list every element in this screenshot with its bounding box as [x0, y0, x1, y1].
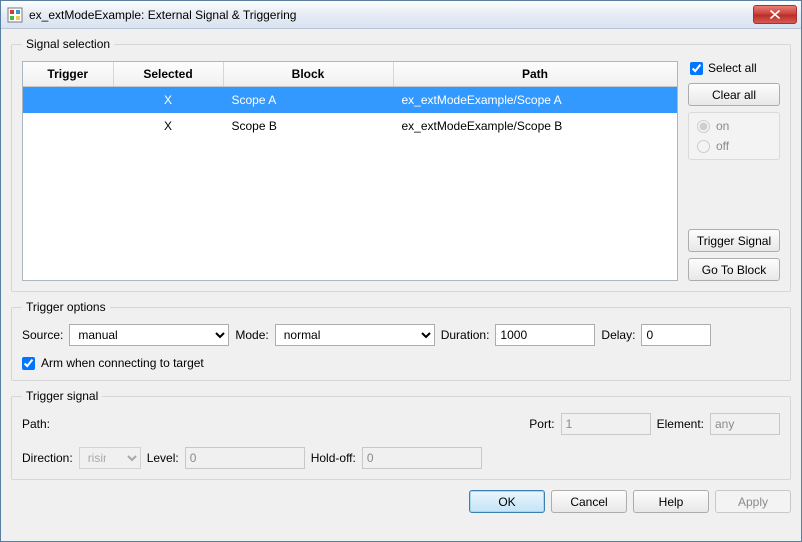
clear-all-button[interactable]: Clear all [688, 83, 780, 106]
dialog-window: ex_extModeExample: External Signal & Tri… [0, 0, 802, 542]
direction-select: rising [79, 447, 141, 469]
cell-path: ex_extModeExample/Scope B [393, 113, 677, 139]
window-title: ex_extModeExample: External Signal & Tri… [29, 8, 753, 22]
col-header-path[interactable]: Path [393, 62, 677, 87]
signal-selection-group: Signal selection Trigger Selected Block … [11, 37, 791, 292]
source-select[interactable]: manual [69, 324, 229, 346]
on-radio [697, 120, 710, 133]
apply-button[interactable]: Apply [715, 490, 791, 513]
trigger-signal-legend: Trigger signal [22, 389, 102, 403]
signals-table[interactable]: Trigger Selected Block Path X Scope A [23, 62, 677, 139]
titlebar: ex_extModeExample: External Signal & Tri… [1, 1, 801, 29]
go-to-block-button[interactable]: Go To Block [688, 258, 780, 281]
col-header-selected[interactable]: Selected [113, 62, 223, 87]
port-input [561, 413, 651, 435]
direction-label: Direction: [22, 451, 73, 465]
table-row[interactable]: X Scope B ex_extModeExample/Scope B [23, 113, 677, 139]
help-button[interactable]: Help [633, 490, 709, 513]
element-input [710, 413, 780, 435]
select-all-label[interactable]: Select all [708, 61, 757, 75]
cell-trigger [23, 113, 113, 139]
on-off-group: on off [688, 112, 780, 160]
on-label: on [716, 119, 729, 133]
mode-label: Mode: [235, 328, 268, 342]
cell-block: Scope A [223, 87, 393, 114]
delay-input[interactable] [641, 324, 711, 346]
arm-checkbox[interactable] [22, 357, 35, 370]
duration-label: Duration: [441, 328, 490, 342]
cell-trigger [23, 87, 113, 114]
source-label: Source: [22, 328, 63, 342]
port-label: Port: [529, 417, 554, 431]
cell-selected: X [113, 113, 223, 139]
off-radio [697, 140, 710, 153]
app-icon [7, 7, 23, 23]
col-header-block[interactable]: Block [223, 62, 393, 87]
holdoff-input [362, 447, 482, 469]
holdoff-label: Hold-off: [311, 451, 356, 465]
close-button[interactable] [753, 5, 797, 24]
cell-path: ex_extModeExample/Scope A [393, 87, 677, 114]
trigger-options-legend: Trigger options [22, 300, 110, 314]
duration-input[interactable] [495, 324, 595, 346]
cell-selected: X [113, 87, 223, 114]
element-label: Element: [657, 417, 704, 431]
ok-button[interactable]: OK [469, 490, 545, 513]
level-label: Level: [147, 451, 179, 465]
mode-select[interactable]: normal [275, 324, 435, 346]
path-label: Path: [22, 417, 50, 431]
signal-selection-legend: Signal selection [22, 37, 114, 51]
col-header-trigger[interactable]: Trigger [23, 62, 113, 87]
client-area: Signal selection Trigger Selected Block … [1, 29, 801, 541]
cell-block: Scope B [223, 113, 393, 139]
signals-table-container: Trigger Selected Block Path X Scope A [22, 61, 678, 281]
side-column: Select all Clear all on off Trigger Sign… [688, 61, 780, 281]
trigger-signal-button[interactable]: Trigger Signal [688, 229, 780, 252]
dialog-buttons: OK Cancel Help Apply [11, 488, 791, 513]
table-row[interactable]: X Scope A ex_extModeExample/Scope A [23, 87, 677, 114]
trigger-signal-group: Trigger signal Path: Port: Element: Dire… [11, 389, 791, 480]
select-all-checkbox[interactable] [690, 62, 703, 75]
delay-label: Delay: [601, 328, 635, 342]
arm-label[interactable]: Arm when connecting to target [41, 356, 204, 370]
level-input [185, 447, 305, 469]
off-label: off [716, 139, 729, 153]
trigger-options-group: Trigger options Source: manual Mode: nor… [11, 300, 791, 381]
cancel-button[interactable]: Cancel [551, 490, 627, 513]
